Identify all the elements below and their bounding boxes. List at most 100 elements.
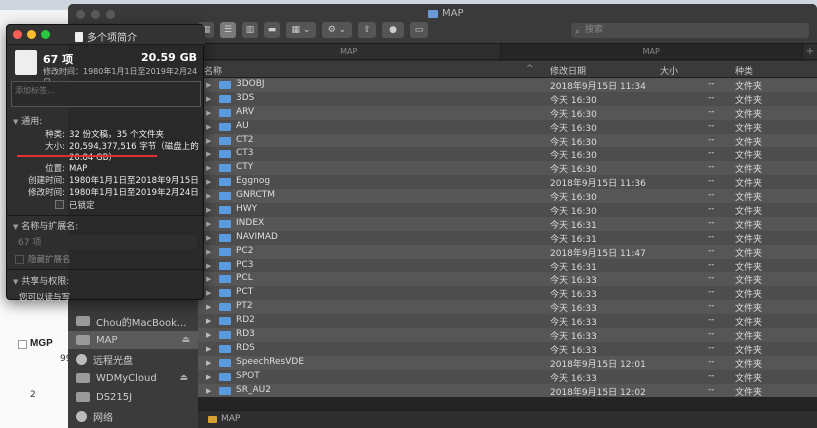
disclosure-triangle-icon[interactable]: ▶ xyxy=(206,95,211,103)
folder-icon xyxy=(219,94,231,103)
size-key: 大小: xyxy=(45,142,65,152)
tag-icon[interactable]: ● xyxy=(382,22,404,38)
disclosure-triangle-icon[interactable]: ▶ xyxy=(206,345,211,353)
tags-input[interactable]: 添加标签... xyxy=(11,81,201,107)
table-row[interactable]: ▶ PT2 今天 16:33 -- 文件夹 xyxy=(198,300,817,314)
group-button[interactable]: ▦ ⌄ xyxy=(286,22,316,38)
disclosure-triangle-icon[interactable]: ▶ xyxy=(206,150,211,158)
zoom-icon[interactable] xyxy=(41,30,50,39)
action-gear-icon[interactable]: ⚙ ⌄ xyxy=(322,22,352,38)
table-row[interactable]: ▶ CT2 今天 16:30 -- 文件夹 xyxy=(198,133,817,148)
disclosure-triangle-icon[interactable]: ▶ xyxy=(206,220,211,228)
table-row[interactable]: ▶ 3DS 今天 16:30 -- 文件夹 xyxy=(198,91,817,106)
share-icon[interactable]: ⇧ xyxy=(358,22,376,38)
table-row[interactable]: ▶ 3DOBJ 2018年9月15日 11:34 -- 文件夹 xyxy=(198,78,817,92)
background-number-2: 2 xyxy=(30,390,36,400)
general-section-header[interactable]: ▼ 通用: xyxy=(13,114,42,127)
eject-icon[interactable]: ⏏ xyxy=(179,373,188,383)
disclosure-triangle-icon[interactable]: ▶ xyxy=(206,206,211,214)
hide-extension-checkbox[interactable] xyxy=(15,254,24,264)
sidebar-item-macbook[interactable]: Chou的MacBook... xyxy=(76,312,196,330)
sidebar-item-ds215j[interactable]: DS215J xyxy=(76,388,196,406)
path-bar-label[interactable]: MAP xyxy=(221,414,240,424)
close-icon[interactable] xyxy=(13,30,22,39)
list-view-button[interactable]: ☰ xyxy=(220,22,236,38)
file-name: Eggnog xyxy=(236,176,271,187)
table-row[interactable]: ▶ NAVIMAD 今天 16:31 -- 文件夹 xyxy=(198,230,817,245)
tab-map-1[interactable]: MAP xyxy=(198,44,501,59)
sidebar-item-network[interactable]: 网络 xyxy=(76,407,196,425)
disclosure-triangle-icon[interactable]: ▶ xyxy=(206,178,211,186)
disclosure-triangle-icon[interactable]: ▶ xyxy=(206,164,211,172)
disclosure-triangle-icon[interactable]: ▶ xyxy=(206,81,211,89)
disclosure-triangle-icon[interactable]: ▶ xyxy=(206,248,211,256)
sidebar-item-map[interactable]: MAP ⏏ xyxy=(68,331,198,349)
disclosure-triangle-icon[interactable]: ▶ xyxy=(206,359,211,367)
table-row[interactable]: ▶ GNRCTM 今天 16:30 -- 文件夹 xyxy=(198,189,817,203)
table-row[interactable]: ▶ CT3 今天 16:30 -- 文件夹 xyxy=(198,147,817,161)
table-row[interactable]: ▶ CTY 今天 16:30 -- 文件夹 xyxy=(198,161,817,175)
sidebar-item-remote-disc[interactable]: 远程光盘 xyxy=(76,350,196,368)
table-row[interactable]: ▶ PCL 今天 16:33 -- 文件夹 xyxy=(198,272,817,286)
table-row[interactable]: ▶ RDS 今天 16:33 -- 文件夹 xyxy=(198,341,817,356)
table-row[interactable]: ▶ PCT 今天 16:33 -- 文件夹 xyxy=(198,286,817,300)
minimize-icon[interactable] xyxy=(27,30,36,39)
disclosure-triangle-icon[interactable]: ▶ xyxy=(206,373,211,381)
disclosure-triangle-icon[interactable]: ▶ xyxy=(206,289,211,297)
tab-map-2[interactable]: MAP xyxy=(500,44,803,59)
modified-value: 1980年1月1日至2019年2月24日 xyxy=(69,188,199,198)
disclosure-triangle-icon[interactable]: ▶ xyxy=(206,387,211,395)
disclosure-triangle-icon[interactable]: ▶ xyxy=(206,275,211,283)
background-checkbox[interactable] xyxy=(18,340,27,349)
section-divider xyxy=(7,269,205,270)
table-row[interactable]: ▶ PC3 今天 16:31 -- 文件夹 xyxy=(198,258,817,273)
column-header-kind[interactable]: 种类 xyxy=(735,64,753,77)
disclosure-triangle-icon[interactable]: ▶ xyxy=(206,303,211,311)
column-header-size[interactable]: 大小 xyxy=(660,64,678,77)
table-row[interactable]: ▶ RD2 今天 16:33 -- 文件夹 xyxy=(198,314,817,328)
disclosure-triangle-icon[interactable]: ▶ xyxy=(206,137,211,145)
folder-icon xyxy=(219,372,231,381)
table-row[interactable]: ▶ SPOT 今天 16:33 -- 文件夹 xyxy=(198,369,817,384)
drive-button-icon[interactable]: ▭ xyxy=(410,22,428,38)
disclosure-triangle-icon[interactable]: ▶ xyxy=(206,317,211,325)
table-row[interactable]: ▶ INDEX 今天 16:31 -- 文件夹 xyxy=(198,216,817,231)
file-kind: 文件夹 xyxy=(735,304,763,315)
table-row[interactable]: ▶ SR_AU2 2018年9月15日 12:02 -- 文件夹 xyxy=(198,383,817,398)
table-row[interactable]: ▶ AU 今天 16:30 -- 文件夹 xyxy=(198,119,817,134)
table-row[interactable]: ▶ RD3 今天 16:33 -- 文件夹 xyxy=(198,328,817,342)
disclosure-triangle-icon[interactable]: ▶ xyxy=(206,331,211,339)
gallery-view-button[interactable]: ▬ xyxy=(264,22,280,38)
name-ext-section-header[interactable]: ▼ 名称与扩展名: xyxy=(13,219,78,232)
disclosure-triangle-icon[interactable]: ▶ xyxy=(206,109,211,117)
sidebar-item-wdmycloud[interactable]: WDMyCloud ⏏ xyxy=(76,369,196,387)
disclosure-triangle-icon[interactable]: ▶ xyxy=(206,262,211,270)
disclosure-triangle-icon[interactable]: ▶ xyxy=(206,123,211,131)
minimize-icon[interactable] xyxy=(91,10,100,19)
table-row[interactable]: ▶ PC2 2018年9月15日 11:47 -- 文件夹 xyxy=(198,244,817,259)
table-row[interactable]: ▶ HWY 今天 16:30 -- 文件夹 xyxy=(198,203,817,217)
table-row[interactable]: ▶ ARV 今天 16:30 -- 文件夹 xyxy=(198,105,817,120)
add-tab-button[interactable]: + xyxy=(803,44,817,59)
file-size: -- xyxy=(708,120,715,131)
column-header-date[interactable]: 修改日期 xyxy=(550,64,586,77)
locked-checkbox[interactable] xyxy=(55,200,64,209)
column-header-name[interactable]: 名称 xyxy=(204,64,222,77)
file-kind: 文件夹 xyxy=(735,137,763,148)
file-name: 3DS xyxy=(236,92,255,103)
disclosure-triangle-icon[interactable]: ▶ xyxy=(206,234,211,242)
eject-icon[interactable]: ⏏ xyxy=(181,335,190,345)
folder-icon xyxy=(219,219,231,228)
table-row[interactable]: ▶ SpeechResVDE 2018年9月15日 12:01 -- 文件夹 xyxy=(198,355,817,370)
column-view-button[interactable]: ▥ xyxy=(242,22,258,38)
sharing-section-header[interactable]: ▼ 共享与权限: xyxy=(13,274,69,287)
close-icon[interactable] xyxy=(76,10,85,19)
table-row[interactable]: ▶ Eggnog 2018年9月15日 11:36 -- 文件夹 xyxy=(198,175,817,189)
hide-extension-option[interactable]: 隐藏扩展名 xyxy=(15,253,71,265)
zoom-icon[interactable] xyxy=(106,10,115,19)
file-date: 今天 16:31 xyxy=(550,220,597,231)
disclosure-triangle-icon[interactable]: ▶ xyxy=(206,192,211,200)
sort-indicator-icon[interactable]: ^ xyxy=(526,64,534,74)
name-field[interactable]: 67 项 xyxy=(15,235,197,249)
search-input[interactable]: ⌕ 搜索 xyxy=(571,23,809,38)
